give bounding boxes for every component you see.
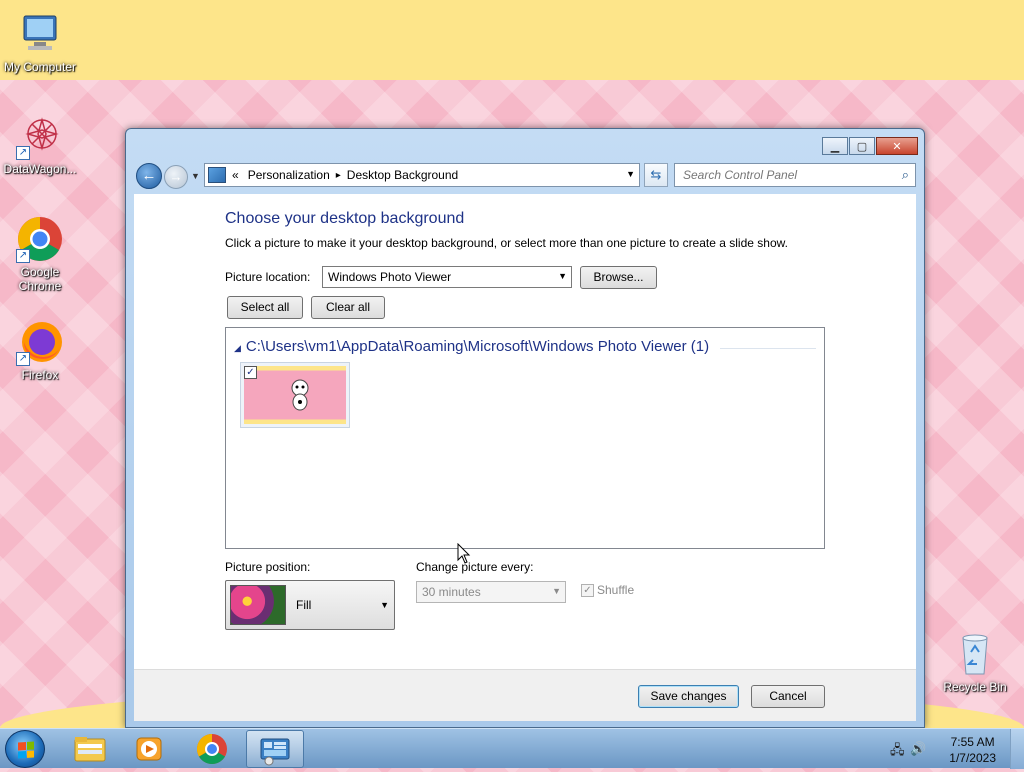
thumbnail-checkbox[interactable]: ✓ — [244, 366, 257, 379]
shortcut-arrow-icon: ↗ — [16, 146, 30, 160]
volume-icon[interactable]: 🔊 — [910, 741, 926, 757]
dialog-footer: Save changes Cancel — [134, 669, 916, 721]
change-picture-value: 30 minutes — [422, 585, 481, 599]
desktop-icon-datawagon[interactable]: ↗ DataWagon... — [0, 112, 80, 176]
breadcrumb-personalization[interactable]: Personalization — [248, 168, 330, 182]
search-input[interactable]: Search Control Panel ⌕ — [674, 163, 916, 187]
collapse-icon: ◢ — [234, 343, 241, 353]
refresh-button[interactable]: ⇆ — [644, 163, 668, 187]
control-panel-icon — [260, 738, 290, 766]
breadcrumb-separator-icon[interactable]: ▸ — [336, 170, 341, 181]
taskbar-media-player[interactable] — [120, 730, 178, 768]
desktop-icon-my-computer[interactable]: My Computer — [0, 10, 80, 74]
change-picture-select[interactable]: 30 minutes ▼ — [416, 581, 566, 603]
content-pane: Choose your desktop background Click a p… — [134, 194, 916, 669]
start-button[interactable] — [5, 730, 45, 768]
firefox-icon: ↗ — [16, 318, 64, 366]
maximize-button[interactable]: ▢ — [849, 137, 875, 155]
recycle-bin-icon — [951, 630, 999, 678]
desktop-icon-label: Firefox — [21, 368, 59, 382]
wallpaper-scallops — [0, 40, 1024, 75]
desktop-icon-google-chrome[interactable]: ↗ Google Chrome — [0, 215, 80, 293]
chrome-icon — [196, 734, 227, 765]
picture-thumbnail[interactable]: ✓ — [240, 362, 350, 428]
taskbar-control-panel[interactable] — [246, 730, 304, 768]
breadcrumb-overflow[interactable]: « — [232, 168, 239, 182]
shortcut-arrow-icon: ↗ — [16, 249, 30, 263]
folder-icon — [74, 737, 106, 762]
desktop-icon-label: Google Chrome — [18, 265, 62, 293]
chevron-down-icon: ▼ — [380, 600, 389, 610]
datawagon-icon: ↗ — [16, 112, 64, 160]
desktop-icon-label: Recycle Bin — [943, 680, 1007, 694]
mouse-cursor-icon — [457, 543, 471, 564]
windows-logo-icon — [18, 741, 34, 759]
picture-location-select[interactable]: Windows Photo Viewer ▼ — [322, 266, 572, 288]
picture-position-value: Fill — [296, 598, 312, 612]
desktop-icon-firefox[interactable]: ↗ Firefox — [0, 318, 80, 382]
wallpaper-preview-image — [244, 366, 346, 424]
search-icon[interactable]: ⌕ — [902, 167, 909, 183]
forward-button[interactable]: → — [164, 165, 188, 189]
window-controls: ▁ ▢ ✕ — [822, 137, 918, 155]
gallery-group-header[interactable]: ◢ C:\Users\vm1\AppData\Roaming\Microsoft\… — [234, 338, 709, 355]
save-changes-button[interactable]: Save changes — [638, 685, 739, 708]
position-preview-image — [230, 585, 286, 625]
clock[interactable]: 7:55 AM 1/7/2023 — [949, 734, 996, 766]
navigation-bar: ← → ▼ « Personalization ▸ Desktop Backgr… — [134, 162, 916, 190]
chevron-down-icon: ▼ — [191, 171, 200, 181]
select-all-button[interactable]: Select all — [227, 296, 303, 319]
control-panel-icon — [208, 167, 226, 183]
picture-position-select[interactable]: Fill ▼ — [225, 580, 395, 630]
page-instructions: Click a picture to make it your desktop … — [225, 236, 788, 250]
arrow-left-icon: ← — [141, 167, 157, 184]
desktop-background-window: ▁ ▢ ✕ ← → ▼ « Personalization ▸ Desktop … — [125, 128, 925, 728]
clear-all-button[interactable]: Clear all — [311, 296, 385, 319]
network-icon[interactable]: 🖧 — [890, 741, 905, 763]
chevron-down-icon: ▼ — [552, 586, 561, 596]
address-dropdown-icon[interactable]: ▼ — [626, 169, 635, 179]
arrow-right-icon: → — [169, 169, 183, 184]
close-button[interactable]: ✕ — [876, 137, 918, 155]
picture-gallery[interactable]: ◢ C:\Users\vm1\AppData\Roaming\Microsoft\… — [225, 327, 825, 549]
picture-location-label: Picture location: — [225, 270, 311, 284]
desktop-icon-label: DataWagon... — [3, 162, 77, 176]
checkbox-icon: ✓ — [581, 583, 594, 597]
page-title: Choose your desktop background — [225, 210, 465, 227]
computer-icon — [16, 10, 64, 58]
back-button[interactable]: ← — [136, 163, 162, 189]
system-tray: 🖧 🔊 7:55 AM 1/7/2023 — [884, 729, 1024, 769]
group-header-divider — [720, 348, 816, 349]
shuffle-label: Shuffle — [597, 583, 635, 597]
address-bar[interactable]: « Personalization ▸ Desktop Background ▼ — [204, 163, 640, 187]
change-picture-label: Change picture every: — [416, 560, 534, 574]
taskbar-google-chrome[interactable] — [183, 730, 241, 768]
clock-time: 7:55 AM — [950, 735, 995, 749]
desktop-icon-label: My Computer — [3, 60, 77, 74]
refresh-icon: ⇆ — [650, 167, 662, 182]
shuffle-checkbox[interactable]: ✓ Shuffle — [581, 583, 634, 597]
minimize-button[interactable]: ▁ — [822, 137, 848, 155]
picture-location-value: Windows Photo Viewer — [328, 270, 452, 284]
clock-date: 1/7/2023 — [949, 751, 996, 765]
show-desktop-button[interactable] — [1010, 729, 1024, 769]
breadcrumb-desktop-background[interactable]: Desktop Background — [347, 168, 458, 182]
taskbar: 🖧 🔊 7:55 AM 1/7/2023 — [0, 728, 1024, 769]
chevron-down-icon: ▼ — [558, 271, 567, 281]
browse-button[interactable]: Browse... — [580, 266, 657, 289]
recent-pages-dropdown[interactable]: ▼ — [191, 171, 200, 181]
picture-position-label: Picture position: — [225, 560, 311, 574]
desktop-icon-recycle-bin[interactable]: Recycle Bin — [935, 630, 1015, 694]
gallery-group-title: C:\Users\vm1\AppData\Roaming\Microsoft\W… — [245, 338, 710, 355]
shortcut-arrow-icon: ↗ — [16, 352, 30, 366]
media-player-icon — [136, 737, 162, 761]
chrome-icon: ↗ — [16, 215, 64, 263]
cancel-button[interactable]: Cancel — [751, 685, 825, 708]
search-placeholder: Search Control Panel — [683, 168, 798, 182]
taskbar-windows-explorer[interactable] — [60, 730, 118, 768]
